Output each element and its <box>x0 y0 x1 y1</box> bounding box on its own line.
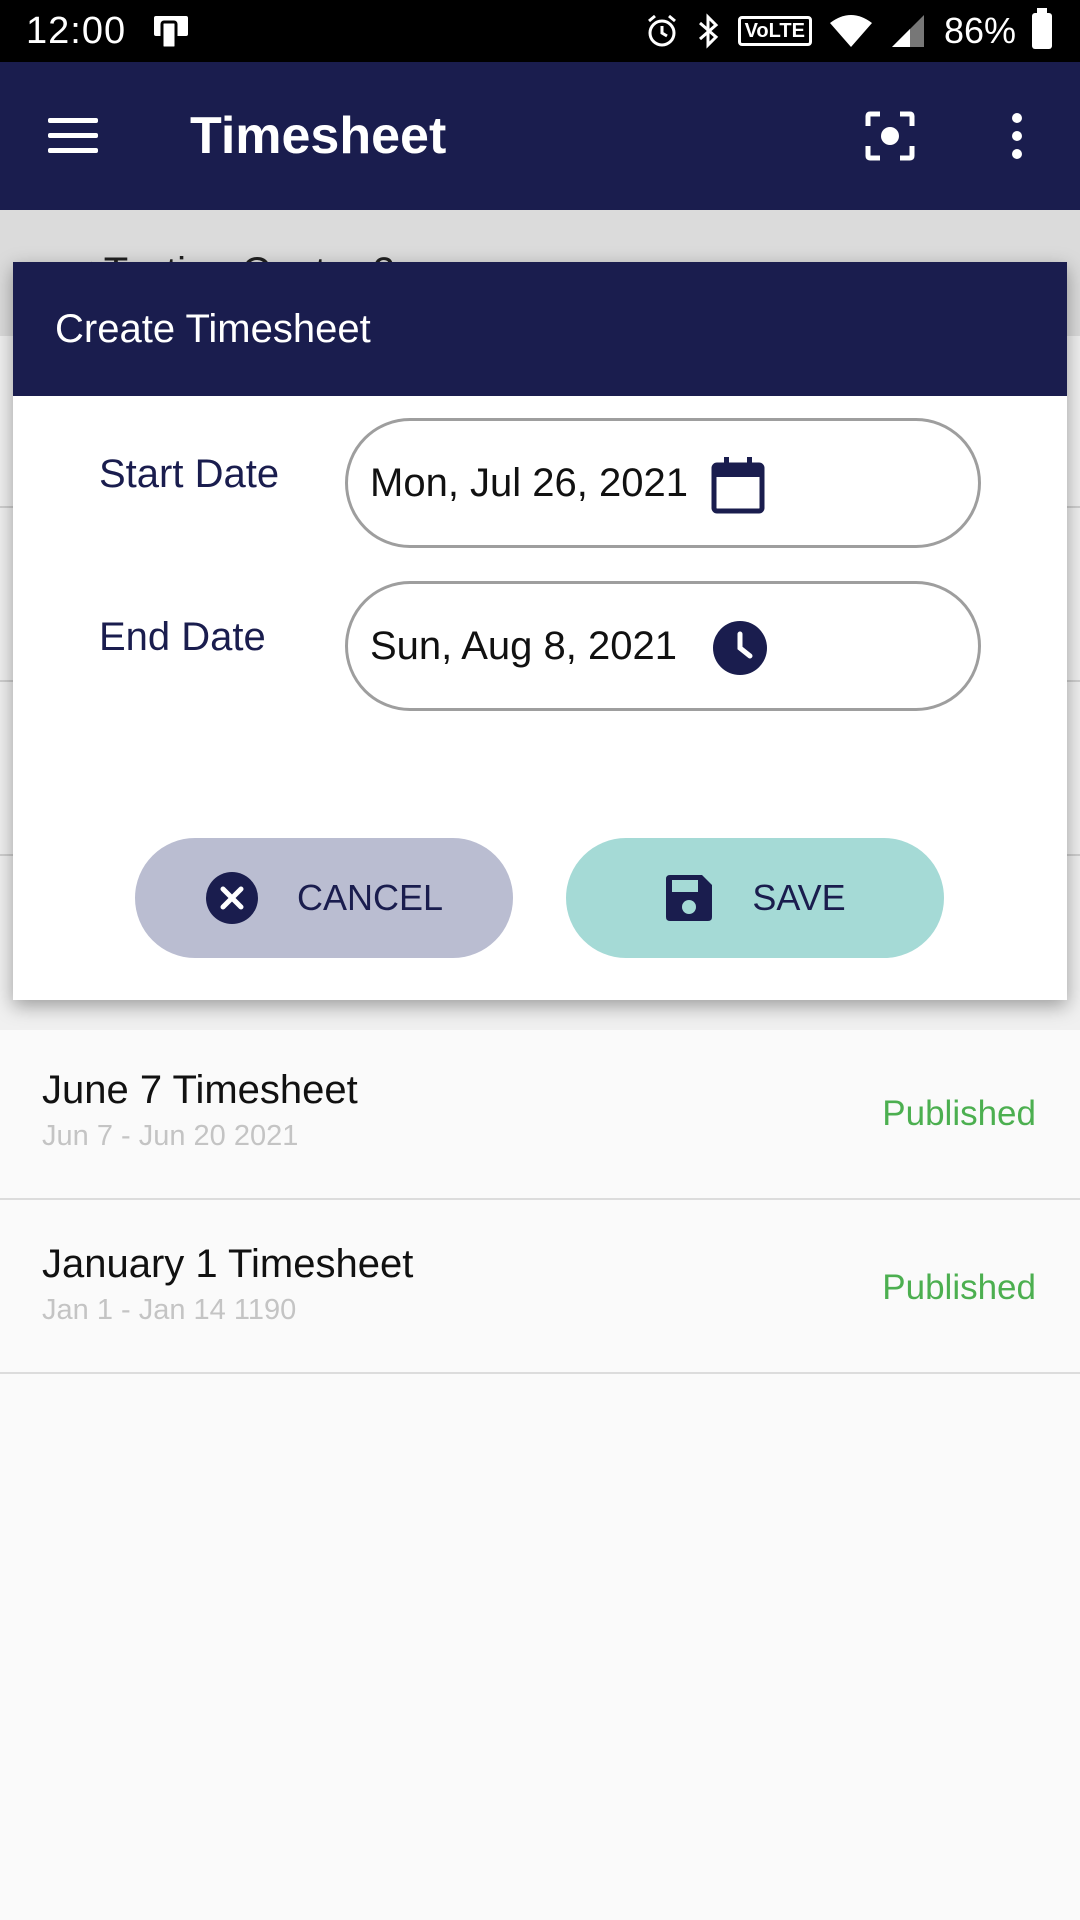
status-badge: Published <box>882 1094 1036 1133</box>
volte-badge: VoLTE <box>737 16 812 46</box>
status-bar: 12:00 VoLTE 86% <box>0 0 1080 62</box>
calendar-icon[interactable] <box>710 455 766 515</box>
save-icon <box>666 875 713 921</box>
battery-icon <box>1032 8 1052 49</box>
battery-percent: 86% <box>943 10 1016 51</box>
close-circle-icon <box>205 872 258 924</box>
end-date-field[interactable]: Sun, Aug 8, 2021 <box>345 581 981 711</box>
save-label: SAVE <box>752 877 846 918</box>
status-time: 12:00 <box>26 9 127 52</box>
wifi-icon <box>829 15 872 47</box>
dialog-title: Create Timesheet <box>55 306 371 351</box>
save-button[interactable]: SAVE <box>566 838 944 958</box>
dialog-header: Create Timesheet <box>13 262 1067 396</box>
cancel-label: CANCEL <box>296 877 444 918</box>
start-date-label: Start Date <box>99 452 280 496</box>
signal-icon <box>891 15 924 47</box>
timesheet-range: Jun 7 - Jun 20 2021 <box>42 1120 299 1152</box>
start-date-value: Mon, Jul 26, 2021 <box>370 460 688 505</box>
timesheet-row[interactable]: June 7 Timesheet Jun 7 - Jun 20 2021 Pub… <box>0 1028 1080 1200</box>
scan-icon[interactable] <box>864 110 916 162</box>
timesheet-title: January 1 Timesheet <box>42 1242 414 1286</box>
status-badge: Published <box>882 1268 1036 1307</box>
more-options-icon[interactable] <box>1000 110 1034 162</box>
end-date-value: Sun, Aug 8, 2021 <box>370 623 677 668</box>
cancel-button[interactable]: CANCEL <box>135 838 513 958</box>
app-bar: Timesheet <box>0 62 1080 210</box>
menu-icon[interactable] <box>48 118 98 154</box>
end-date-label: End Date <box>99 615 266 659</box>
timesheet-row[interactable]: January 1 Timesheet Jan 1 - Jan 14 1190 … <box>0 1202 1080 1374</box>
page-title: Timesheet <box>190 107 447 165</box>
alarm-icon <box>647 14 676 47</box>
device-icon <box>154 16 189 50</box>
timesheet-title: June 7 Timesheet <box>42 1068 358 1112</box>
create-timesheet-dialog: Create Timesheet Start Date Mon, Jul 26,… <box>13 262 1067 1000</box>
bluetooth-icon <box>698 13 718 49</box>
timesheet-range: Jan 1 - Jan 14 1190 <box>42 1294 297 1326</box>
start-date-field[interactable]: Mon, Jul 26, 2021 <box>345 418 981 548</box>
clock-icon[interactable] <box>712 620 768 676</box>
